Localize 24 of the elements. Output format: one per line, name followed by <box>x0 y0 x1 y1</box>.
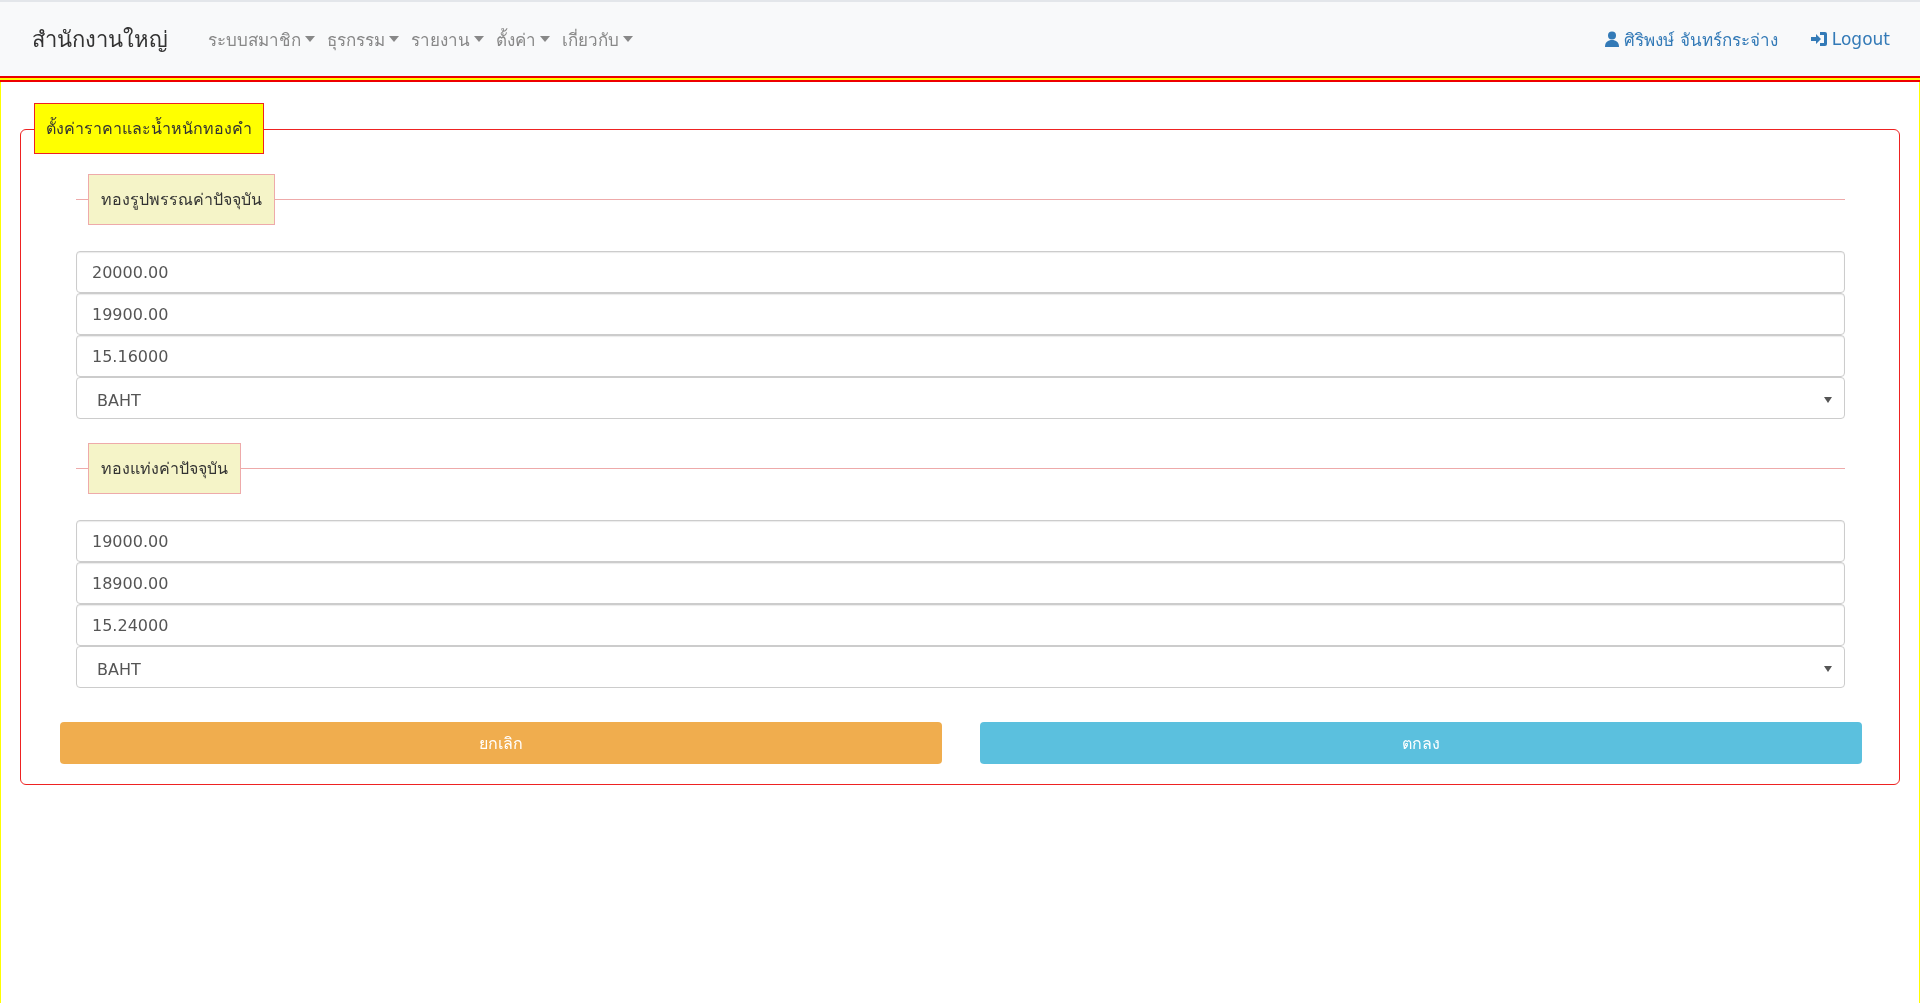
unit-select[interactable]: BAHT <box>76 377 1845 419</box>
caret-icon <box>540 36 550 42</box>
user-link[interactable]: ศิริพงษ์ จันทร์กระจ่าง <box>1604 25 1778 53</box>
input-field[interactable]: 20000.00 <box>76 251 1845 293</box>
caret-icon <box>389 36 399 42</box>
logout-link[interactable]: Logout <box>1809 29 1890 49</box>
dropdown-arrow-icon <box>1824 666 1832 672</box>
input-field[interactable]: 19000.00 <box>76 520 1845 562</box>
input-field[interactable]: 19900.00 <box>76 293 1845 335</box>
sign-in-icon <box>1809 31 1828 47</box>
input-field[interactable]: 15.24000 <box>76 604 1845 646</box>
section-title: ทองแท่งค่าปัจจุบัน <box>88 443 241 494</box>
caret-icon <box>474 36 484 42</box>
unit-select[interactable]: BAHT <box>76 646 1845 688</box>
dropdown-arrow-icon <box>1824 397 1832 403</box>
nav-menu[interactable]: ตั้งค่า <box>496 25 550 53</box>
input-field[interactable]: 18900.00 <box>76 562 1845 604</box>
caret-icon <box>623 36 633 42</box>
user-icon <box>1604 31 1621 47</box>
section-title: ทองรูปพรรณค่าปัจจุบัน <box>88 174 275 225</box>
input-field[interactable]: 15.16000 <box>76 335 1845 377</box>
caret-icon <box>305 36 315 42</box>
form-title: ตั้งค่าราคาและน้ำหนักทองคำ <box>34 103 264 154</box>
brand-title[interactable]: สำนักงานใหญ่ <box>32 21 168 57</box>
